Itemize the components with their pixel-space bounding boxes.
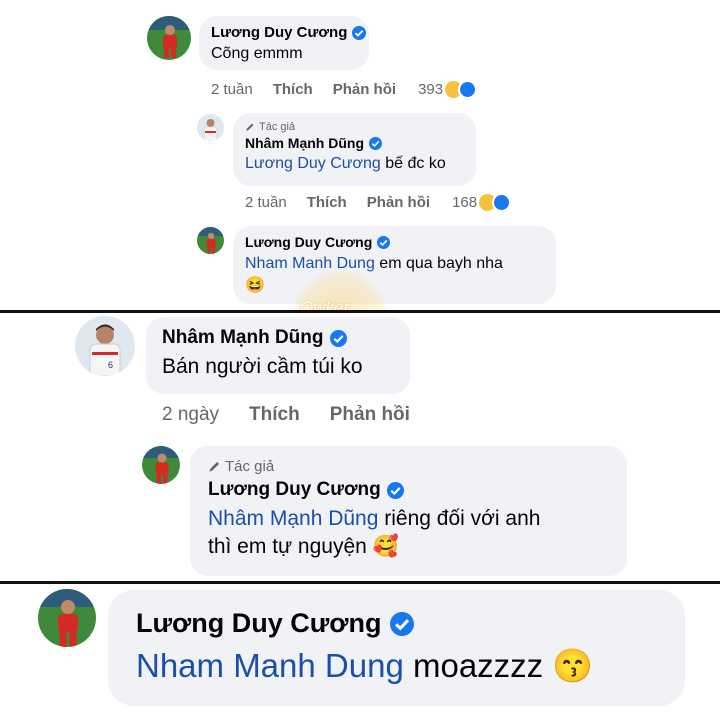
- mention-link[interactable]: Lương Duy Cương: [245, 155, 381, 172]
- mention-link[interactable]: Nham Manh Dung: [245, 255, 375, 272]
- avatar-player-red-icon: [147, 16, 191, 60]
- verified-badge-icon: [352, 25, 367, 40]
- commenter-name[interactable]: Lương Duy Cương: [245, 234, 544, 250]
- reply-link[interactable]: Phản hồi: [367, 194, 430, 211]
- verified-badge-icon: [329, 329, 347, 347]
- comment-emoji: 😙: [552, 647, 594, 684]
- verified-badge-icon: [377, 235, 391, 249]
- commenter-name[interactable]: Lương Duy Cương: [136, 608, 657, 639]
- author-tag: Tác giả: [245, 121, 464, 133]
- avatar[interactable]: [197, 114, 224, 141]
- reaction-count: 168: [452, 194, 478, 211]
- mention-link[interactable]: Nham Manh Dung: [136, 647, 404, 684]
- screenshot-panel-2: 6 Nhâm Mạnh Dũng Bán người cầm túi ko 2 …: [0, 313, 720, 581]
- like-link[interactable]: Thích: [249, 404, 300, 426]
- commenter-name-text[interactable]: Nhâm Mạnh Dũng: [245, 135, 364, 151]
- commenter-name[interactable]: Nhâm Mạnh Dũng: [245, 135, 464, 151]
- reply-text-body: em qua bayh nha: [374, 255, 503, 272]
- comment-bubble: Lương Duy Cương Cõng emmm: [199, 16, 369, 70]
- avatar-player-white-icon: [197, 114, 224, 141]
- reply-emoji: 😆: [245, 277, 265, 294]
- verified-badge-icon: [390, 611, 415, 636]
- reaction-summary[interactable]: 168: [452, 193, 512, 212]
- comment-time[interactable]: 2 tuần: [245, 194, 287, 211]
- screenshot-panel-1: Lương Duy Cương Cõng emmm 2 tuần Thích P…: [0, 0, 720, 310]
- comment-actions: 2 ngày Thích Phản hồi: [162, 404, 410, 426]
- comment-bubble: Nhâm Mạnh Dũng Bán người cầm túi ko: [146, 317, 410, 394]
- reply-text: Lương Duy Cương bế đc ko: [245, 155, 464, 173]
- comment-text: Cõng emmm: [211, 45, 303, 62]
- comment-time[interactable]: 2 ngày: [162, 404, 219, 426]
- reply-text-line2: thì em tự nguyện 🥰: [208, 535, 609, 559]
- avatar-player-white-icon: 6: [75, 316, 135, 376]
- reply-text-body: bế đc ko: [380, 155, 446, 172]
- avatar[interactable]: [142, 446, 180, 484]
- comment-time[interactable]: 2 tuần: [211, 81, 253, 98]
- author-tag-text: Tác giả: [259, 121, 296, 133]
- author-tag: Tác giả: [208, 458, 609, 475]
- author-tag-text: Tác giả: [225, 458, 275, 475]
- comment-actions: 2 tuần Thích Phản hồi 168: [245, 193, 512, 212]
- reaction-count: 393: [418, 81, 444, 98]
- like-link[interactable]: Thích: [307, 194, 347, 211]
- verified-badge-icon: [369, 136, 382, 150]
- reply-bubble: Lương Duy Cương Nham Manh Dung em qua ba…: [233, 226, 556, 304]
- reply-text: Nhâm Mạnh Dũng riêng đối với anh: [208, 507, 609, 531]
- avatar[interactable]: 6: [75, 316, 135, 376]
- watermark-text: Owker: [300, 298, 350, 310]
- like-icon: [492, 193, 512, 212]
- reply-link[interactable]: Phản hồi: [330, 404, 410, 426]
- commenter-name-text[interactable]: Lương Duy Cương: [211, 24, 347, 41]
- like-icon: [458, 80, 478, 99]
- commenter-name[interactable]: Lương Duy Cương: [208, 479, 609, 501]
- commenter-name-text[interactable]: Lương Duy Cương: [136, 608, 381, 639]
- comment-bubble: Lương Duy Cương Nham Manh Dung moazzzz 😙: [108, 590, 685, 706]
- reply-emoji: 🥰: [372, 535, 399, 558]
- commenter-name-text[interactable]: Lương Duy Cương: [245, 234, 372, 250]
- avatar-player-red-icon: [38, 589, 96, 647]
- avatar[interactable]: [38, 589, 96, 647]
- reply-bubble: Tác giả Nhâm Mạnh Dũng Lương Duy Cương b…: [233, 113, 476, 186]
- svg-text:6: 6: [108, 360, 113, 370]
- avatar-player-red-icon: [197, 227, 224, 254]
- pencil-icon: [246, 123, 254, 131]
- screenshot-panel-3: Lương Duy Cương Nham Manh Dung moazzzz 😙: [0, 584, 720, 720]
- avatar[interactable]: [197, 227, 224, 254]
- reaction-summary[interactable]: 393: [418, 80, 478, 99]
- reply-text-line1: riêng đối với anh: [378, 507, 541, 530]
- reply-link[interactable]: Phản hồi: [333, 81, 396, 98]
- reply-text-line2-body: thì em tự nguyện: [208, 535, 367, 558]
- pencil-icon: [209, 461, 220, 472]
- like-link[interactable]: Thích: [273, 81, 313, 98]
- commenter-name-text[interactable]: Lương Duy Cương: [208, 479, 381, 501]
- comment-text-body: moazzzz: [403, 647, 544, 684]
- mention-link[interactable]: Nhâm Mạnh Dũng: [208, 507, 378, 530]
- comment-text: Nham Manh Dung moazzzz 😙: [136, 647, 657, 686]
- reply-bubble: Tác giả Lương Duy Cương Nhâm Mạnh Dũng r…: [190, 446, 627, 576]
- commenter-name-text[interactable]: Nhâm Mạnh Dũng: [162, 327, 324, 349]
- comment-actions: 2 tuần Thích Phản hồi 393: [211, 80, 478, 99]
- comment-text: Bán người cầm túi ko: [162, 355, 363, 378]
- reply-text: Nham Manh Dung em qua bayh nha: [245, 255, 544, 273]
- commenter-name[interactable]: Lương Duy Cương: [211, 24, 367, 41]
- verified-badge-icon: [386, 481, 404, 499]
- commenter-name[interactable]: Nhâm Mạnh Dũng: [162, 327, 394, 349]
- avatar-player-red-icon: [142, 446, 180, 484]
- avatar[interactable]: [147, 16, 191, 60]
